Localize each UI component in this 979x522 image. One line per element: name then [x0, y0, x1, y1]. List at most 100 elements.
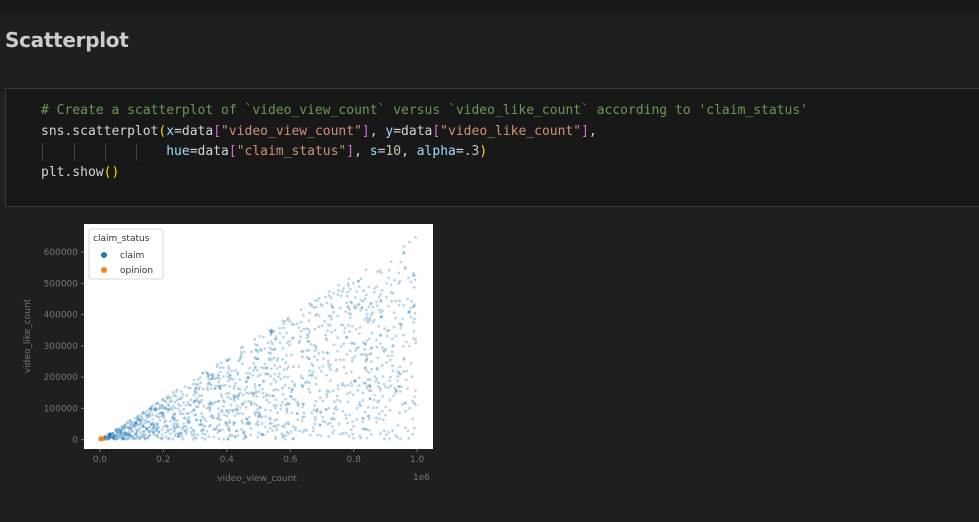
data-point-claim: [248, 421, 252, 425]
data-point-claim: [402, 333, 405, 337]
data-point-claim: [303, 415, 306, 419]
y-tick-label: 400000: [44, 311, 79, 321]
data-point-claim: [201, 427, 205, 431]
data-point-claim: [213, 400, 217, 404]
data-point-claim: [277, 372, 281, 375]
data-point-claim: [154, 408, 158, 411]
data-point-claim: [402, 345, 405, 348]
data-point-claim: [348, 349, 352, 353]
code-editor[interactable]: # Create a scatterplot of `video_view_co…: [41, 101, 808, 183]
data-point-claim: [313, 327, 317, 331]
data-point-claim: [374, 380, 378, 383]
data-point-claim: [287, 365, 290, 369]
data-point-claim: [364, 381, 367, 385]
data-point-claim: [192, 393, 196, 397]
data-point-claim: [285, 354, 288, 357]
data-point-claim: [160, 428, 164, 432]
code-cell[interactable]: # Create a scatterplot of `video_view_co…: [5, 88, 979, 207]
data-point-claim: [384, 385, 387, 389]
data-point-claim: [375, 338, 378, 342]
data-point-claim: [217, 414, 221, 418]
data-point-claim: [324, 408, 328, 411]
data-point-claim: [160, 403, 164, 407]
data-point-claim: [196, 378, 200, 381]
data-point-claim: [220, 410, 224, 414]
data-point-claim: [412, 426, 416, 430]
data-point-claim: [238, 391, 242, 395]
data-point-claim: [253, 386, 257, 389]
data-point-claim: [310, 304, 314, 308]
data-point-claim: [344, 310, 347, 313]
data-point-claim: [186, 421, 190, 425]
data-point-claim: [354, 296, 357, 299]
data-point-claim: [307, 319, 311, 323]
data-point-claim: [286, 403, 290, 406]
data-point-claim: [256, 423, 260, 427]
data-point-claim: [325, 338, 329, 342]
data-point-claim: [157, 412, 161, 415]
data-point-claim: [282, 326, 285, 330]
data-point-claim: [249, 433, 252, 437]
code-token: ,: [369, 123, 386, 139]
data-point-claim: [313, 355, 316, 359]
data-point-claim: [250, 391, 254, 394]
data-point-claim: [199, 419, 203, 422]
data-point-claim: [339, 400, 342, 404]
data-point-claim: [171, 414, 175, 418]
data-point-claim: [253, 402, 256, 406]
data-point-claim: [408, 406, 411, 410]
data-point-claim: [403, 266, 407, 269]
data-point-claim: [272, 356, 276, 360]
data-point-claim: [316, 407, 319, 411]
data-point-claim: [391, 394, 395, 398]
data-point-claim: [381, 395, 384, 398]
y-tick-label: 0: [72, 436, 78, 446]
data-point-claim: [351, 324, 354, 328]
data-point-claim: [156, 422, 160, 425]
data-point-claim: [269, 374, 273, 378]
data-point-claim: [347, 277, 351, 281]
data-point-claim: [245, 385, 249, 389]
data-point-claim: [364, 342, 367, 346]
data-point-claim: [172, 393, 176, 397]
data-point-claim: [389, 283, 393, 287]
data-point-claim: [211, 401, 215, 405]
data-point-claim: [386, 354, 390, 358]
code-token: "video_like_count": [440, 123, 582, 139]
data-point-claim: [167, 408, 171, 411]
data-point-claim: [352, 436, 355, 440]
data-point-claim: [343, 331, 346, 334]
data-point-claim: [351, 419, 354, 423]
data-point-claim: [378, 308, 381, 312]
data-point-claim: [277, 375, 280, 378]
data-point-claim: [391, 344, 395, 347]
data-point-claim: [388, 379, 391, 383]
data-point-claim: [258, 413, 261, 416]
data-point-claim: [236, 373, 240, 376]
data-point-claim: [390, 300, 393, 303]
data-point-claim: [234, 381, 238, 385]
data-point-claim: [217, 407, 220, 410]
data-point-claim: [394, 316, 397, 320]
data-point-claim: [212, 428, 215, 431]
data-point-claim: [308, 330, 311, 334]
data-point-claim: [412, 330, 416, 333]
data-point-claim: [162, 425, 165, 428]
data-point-claim: [276, 357, 280, 360]
data-point-claim: [194, 413, 198, 417]
data-point-claim: [288, 320, 292, 323]
data-point-claim: [398, 279, 402, 283]
data-point-claim: [367, 429, 371, 432]
data-point-claim: [325, 395, 329, 398]
data-point-claim: [240, 428, 243, 431]
scatterplot-output: 0.0 0.2 0.4 0.6 0.8 1.0 0 100000 200000 300000 400…: [0, 215, 440, 515]
data-point-claim: [276, 423, 280, 427]
data-point-claim: [157, 430, 161, 434]
code-token: ,: [401, 144, 417, 159]
data-point-claim: [376, 400, 380, 404]
y-tick-label: 500000: [44, 279, 79, 289]
data-point-claim: [140, 412, 144, 416]
code-line-1: # Create a scatterplot of `video_view_co…: [41, 103, 808, 118]
data-point-claim: [324, 333, 328, 337]
data-point-claim: [336, 293, 340, 296]
